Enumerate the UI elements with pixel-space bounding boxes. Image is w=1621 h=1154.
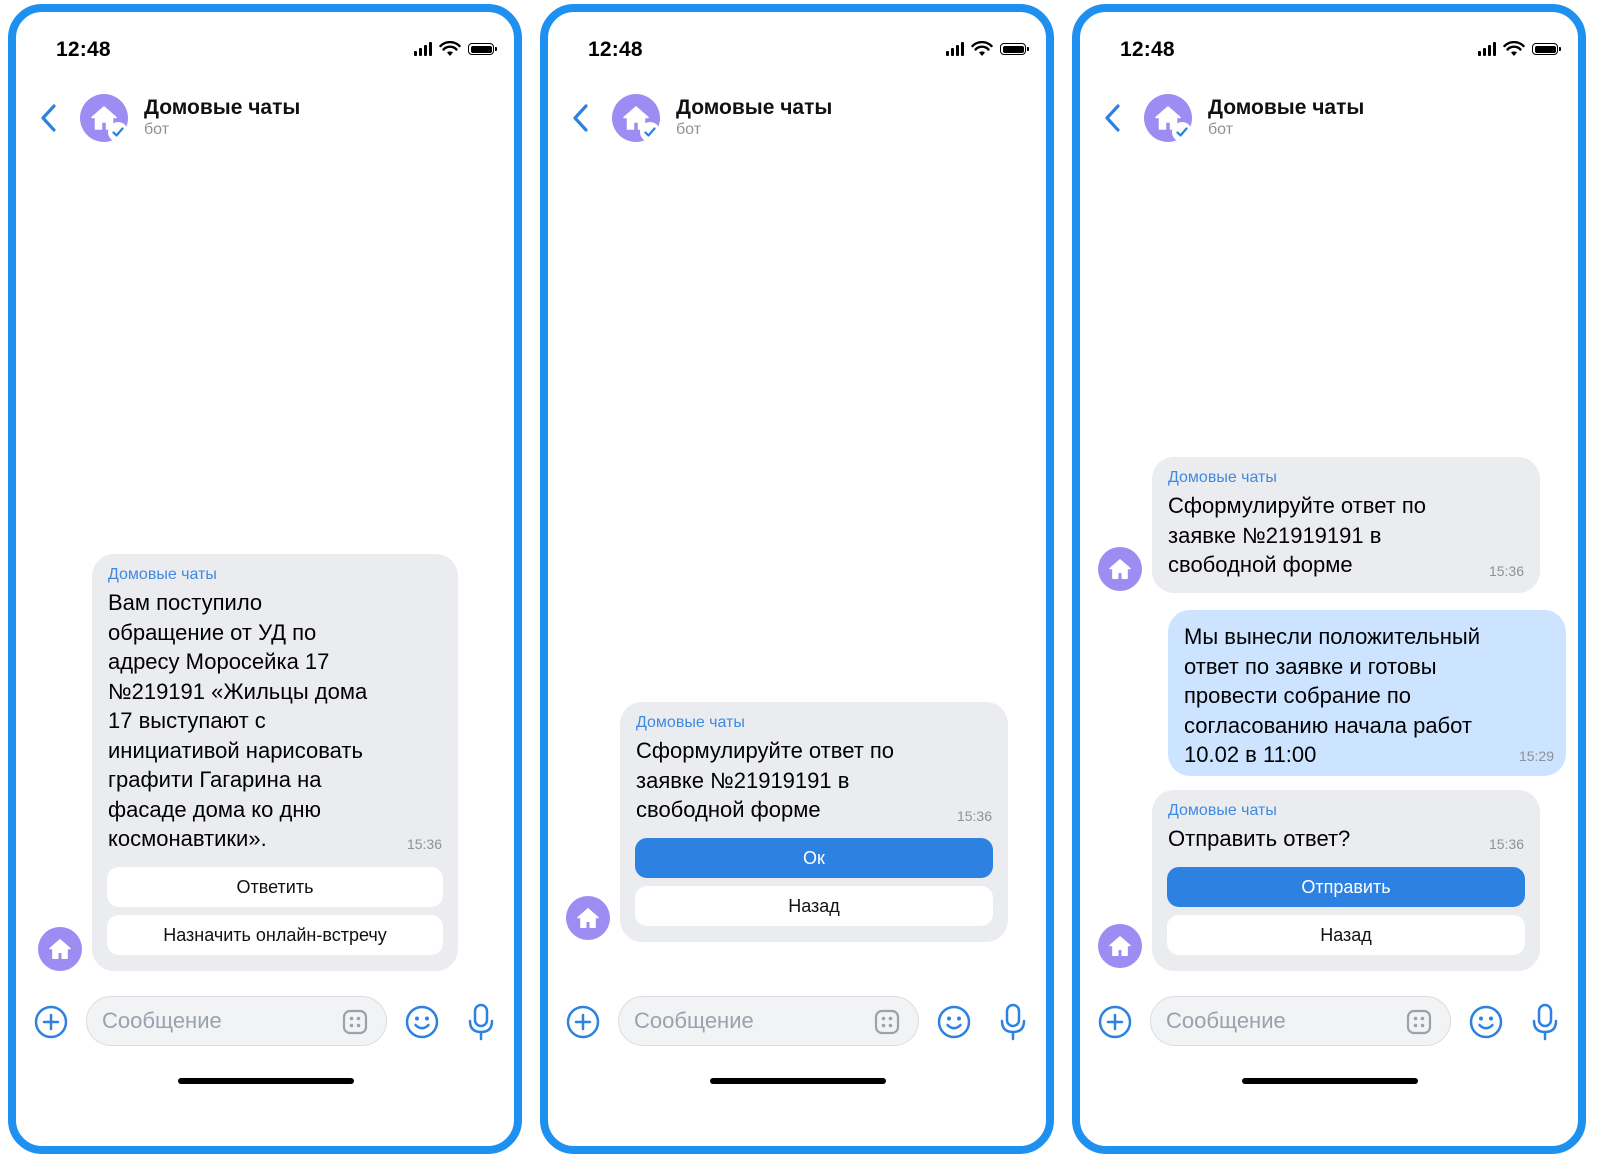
microphone-icon[interactable] (466, 1002, 496, 1042)
message-time: 15:36 (1488, 836, 1524, 852)
ok-button[interactable]: Ок (635, 838, 993, 878)
message-composer (16, 996, 514, 1052)
house-icon (1109, 559, 1131, 579)
incoming-message: Домовые чаты Сформулируйте ответ по заяв… (1152, 457, 1540, 593)
house-icon (577, 908, 599, 928)
message-text: Отправить ответ? (1168, 826, 1351, 851)
sender-name: Домовые чаты (108, 566, 217, 583)
wifi-icon (439, 41, 461, 56)
verified-check-icon (108, 122, 128, 142)
chat-header: Домовые чаты бот (1080, 84, 1578, 154)
status-time: 12:48 (1120, 38, 1175, 61)
plus-circle-icon[interactable] (1097, 1004, 1133, 1040)
battery-icon (468, 43, 497, 55)
chat-subtitle: бот (1208, 121, 1234, 138)
phone-screen-2: 12:48 Домовые чаты бот Домовые чаты Сфор… (540, 4, 1054, 1154)
plus-circle-icon[interactable] (33, 1004, 69, 1040)
bot-avatar (1098, 924, 1142, 968)
incoming-message: Домовые чаты Сформулируйте ответ по заяв… (620, 702, 1008, 942)
keyboard-icon[interactable] (341, 1008, 369, 1036)
house-icon (49, 939, 71, 959)
battery-icon (1000, 43, 1029, 55)
message-composer (1080, 996, 1578, 1052)
incoming-message: Домовые чаты Отправить ответ? 15:36 Отпр… (1152, 790, 1540, 971)
microphone-icon[interactable] (1530, 1002, 1560, 1042)
wifi-icon (971, 41, 993, 56)
smile-icon[interactable] (1468, 1004, 1504, 1040)
outgoing-message: Мы вынесли положительный ответ по заявке… (1168, 610, 1566, 776)
reply-button[interactable]: Ответить (107, 867, 443, 907)
bot-avatar (1098, 547, 1142, 591)
chevron-left-icon[interactable] (34, 98, 64, 138)
chat-title: Домовые чаты (144, 96, 301, 119)
back-button[interactable]: Назад (1167, 915, 1525, 955)
home-indicator (1242, 1078, 1418, 1084)
message-text: Сформулируйте ответ по заявке №21919191 … (1168, 493, 1427, 577)
keyboard-icon[interactable] (1405, 1008, 1433, 1036)
battery-icon (1532, 43, 1561, 55)
chat-title: Домовые чаты (1208, 96, 1365, 119)
keyboard-icon[interactable] (873, 1008, 901, 1036)
wifi-icon (1503, 41, 1525, 56)
message-time: 15:36 (406, 836, 442, 852)
send-button[interactable]: Отправить (1167, 867, 1525, 907)
status-bar: 12:48 (16, 12, 514, 82)
chat-title: Домовые чаты (676, 96, 833, 119)
plus-circle-icon[interactable] (565, 1004, 601, 1040)
sender-name: Домовые чаты (636, 714, 745, 731)
message-text: Вам поступило обращение от УД по адресу … (108, 590, 368, 851)
message-text: Сформулируйте ответ по заявке №21919191 … (636, 738, 895, 822)
signal-icon (414, 42, 432, 56)
message-composer (548, 996, 1046, 1052)
message-time: 15:29 (1518, 748, 1554, 764)
schedule-meeting-button[interactable]: Назначить онлайн-встречу (107, 915, 443, 955)
incoming-message: Домовые чаты Вам поступило обращение от … (92, 554, 458, 971)
chat-subtitle: бот (144, 121, 170, 138)
sender-name: Домовые чаты (1168, 802, 1277, 819)
microphone-icon[interactable] (998, 1002, 1028, 1042)
smile-icon[interactable] (404, 1004, 440, 1040)
chat-subtitle: бот (676, 121, 702, 138)
message-time: 15:36 (1488, 563, 1524, 579)
chat-header: Домовые чаты бот (16, 84, 514, 154)
house-icon (1109, 936, 1131, 956)
status-time: 12:48 (56, 38, 111, 61)
phone-screen-1: 12:48 Домовые чаты бот Домовые чаты Вам … (8, 4, 522, 1154)
verified-check-icon (640, 122, 660, 142)
back-button[interactable]: Назад (635, 886, 993, 926)
status-bar: 12:48 (548, 12, 1046, 82)
phone-screen-3: 12:48 Домовые чаты бот Домовые чаты Сфор… (1072, 4, 1586, 1154)
home-indicator (710, 1078, 886, 1084)
signal-icon (946, 42, 964, 56)
message-text: Мы вынесли положительный ответ по заявке… (1184, 624, 1481, 767)
home-indicator (178, 1078, 354, 1084)
smile-icon[interactable] (936, 1004, 972, 1040)
sender-name: Домовые чаты (1168, 469, 1277, 486)
chat-header: Домовые чаты бот (548, 84, 1046, 154)
status-bar: 12:48 (1080, 12, 1578, 82)
message-time: 15:36 (956, 808, 992, 824)
chevron-left-icon[interactable] (1098, 98, 1128, 138)
verified-check-icon (1172, 122, 1192, 142)
status-time: 12:48 (588, 38, 643, 61)
signal-icon (1478, 42, 1496, 56)
bot-avatar (38, 927, 82, 971)
chevron-left-icon[interactable] (566, 98, 596, 138)
bot-avatar (566, 896, 610, 940)
